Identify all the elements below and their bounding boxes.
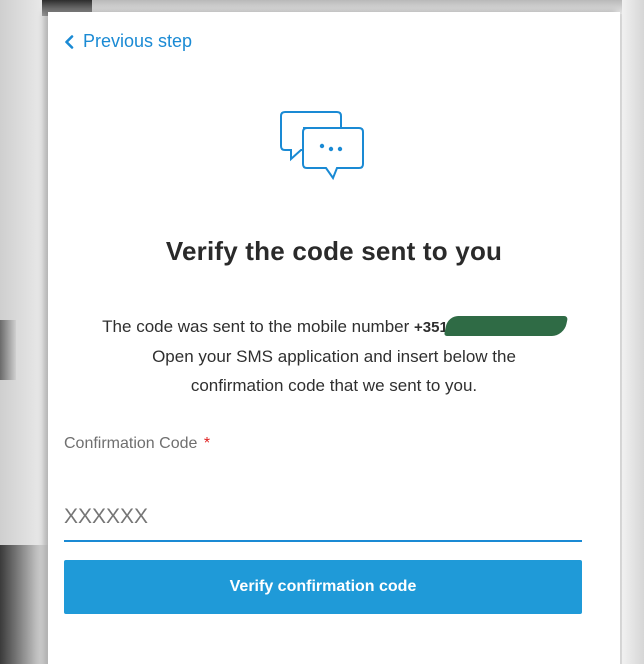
- background-window-notch: [0, 320, 16, 380]
- page-title: Verify the code sent to you: [165, 236, 503, 266]
- instructions-line-1: The code was sent to the mobile number +…: [48, 312, 620, 342]
- chat-bubbles-icon: [279, 108, 365, 184]
- screenshot-stage: Previous step Verify the code sent to yo…: [0, 0, 644, 664]
- required-marker: *: [203, 435, 211, 452]
- instructions-line-1-text: The code was sent to the mobile number: [102, 317, 415, 336]
- confirmation-code-input[interactable]: [64, 494, 582, 542]
- background-window-shadow: [0, 545, 48, 664]
- confirmation-code-label: Confirmation Code *: [64, 435, 210, 453]
- instructions-line-3: confirmation code that we sent to you.: [190, 376, 478, 395]
- verification-card: Previous step Verify the code sent to yo…: [48, 12, 620, 664]
- previous-step-label: Previous step: [83, 31, 193, 51]
- phone-number-redaction: [443, 316, 568, 336]
- instructions-text: The code was sent to the mobile number +…: [48, 312, 620, 400]
- previous-step-link[interactable]: Previous step: [64, 31, 192, 52]
- verify-confirmation-code-button[interactable]: Verify confirmation code: [64, 560, 582, 614]
- confirmation-code-label-text: Confirmation Code: [64, 435, 198, 452]
- background-window-right: [622, 0, 644, 664]
- instructions-line-2: Open your SMS application and insert bel…: [152, 347, 516, 366]
- chevron-left-icon: [64, 34, 74, 49]
- phone-number-prefix: +351: [414, 319, 448, 336]
